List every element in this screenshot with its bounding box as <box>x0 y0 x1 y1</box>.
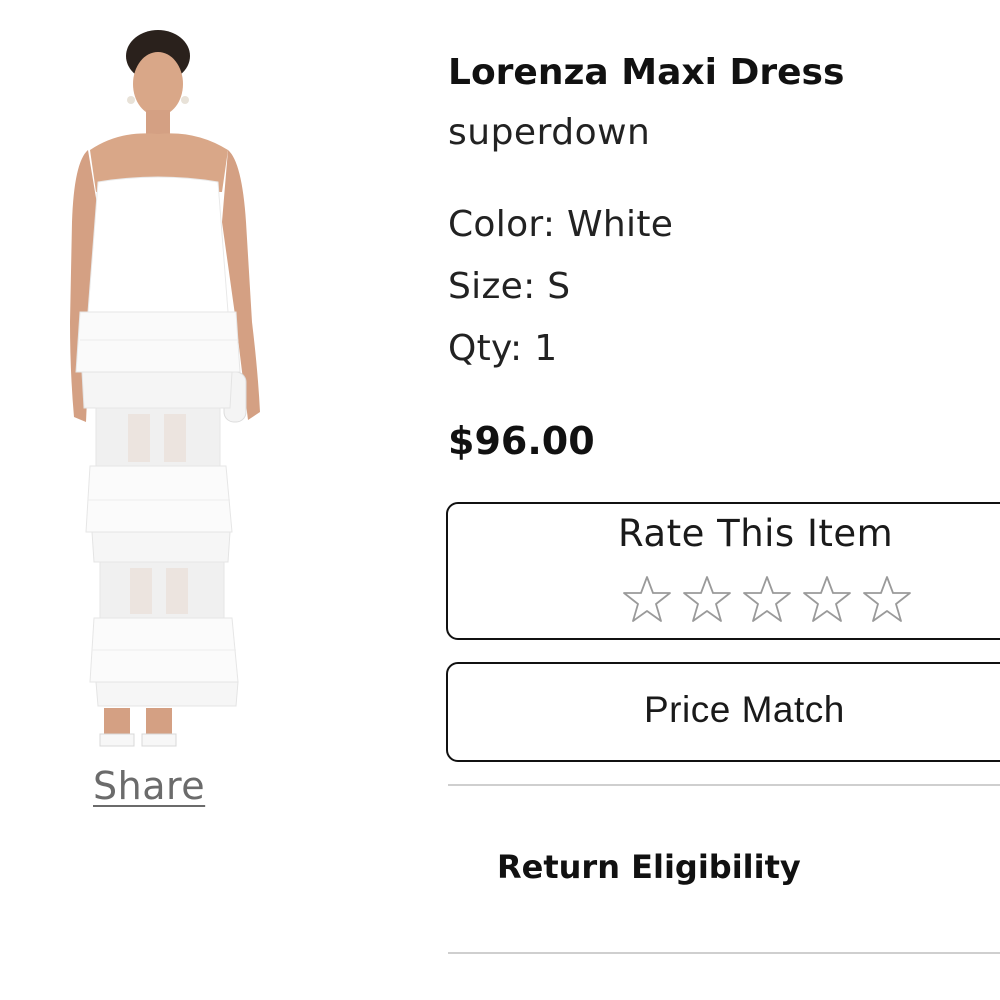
product-image[interactable] <box>60 22 270 767</box>
divider <box>448 784 1000 786</box>
product-brand: superdown <box>448 112 651 153</box>
star-icon[interactable] <box>682 574 732 624</box>
star-rating <box>622 574 912 624</box>
star-icon[interactable] <box>862 574 912 624</box>
product-qty: Qty: 1 <box>448 328 558 369</box>
return-eligibility-link[interactable]: Return Eligibility <box>497 848 801 886</box>
share-link[interactable]: Share <box>93 764 205 808</box>
star-icon[interactable] <box>802 574 852 624</box>
product-title: Lorenza Maxi Dress <box>448 52 845 93</box>
product-color: Color: White <box>448 204 674 245</box>
price-match-button[interactable]: Price Match <box>446 662 1000 762</box>
star-icon[interactable] <box>742 574 792 624</box>
rate-item-title: Rate This Item <box>618 512 894 555</box>
divider <box>448 952 1000 954</box>
price-match-label: Price Match <box>644 689 845 730</box>
order-item-detail: Share Lorenza Maxi Dress superdown Color… <box>0 0 1000 1000</box>
product-size: Size: S <box>448 266 571 307</box>
star-icon[interactable] <box>622 574 672 624</box>
rate-item-card: Rate This Item <box>446 502 1000 640</box>
product-price: $96.00 <box>448 419 595 463</box>
